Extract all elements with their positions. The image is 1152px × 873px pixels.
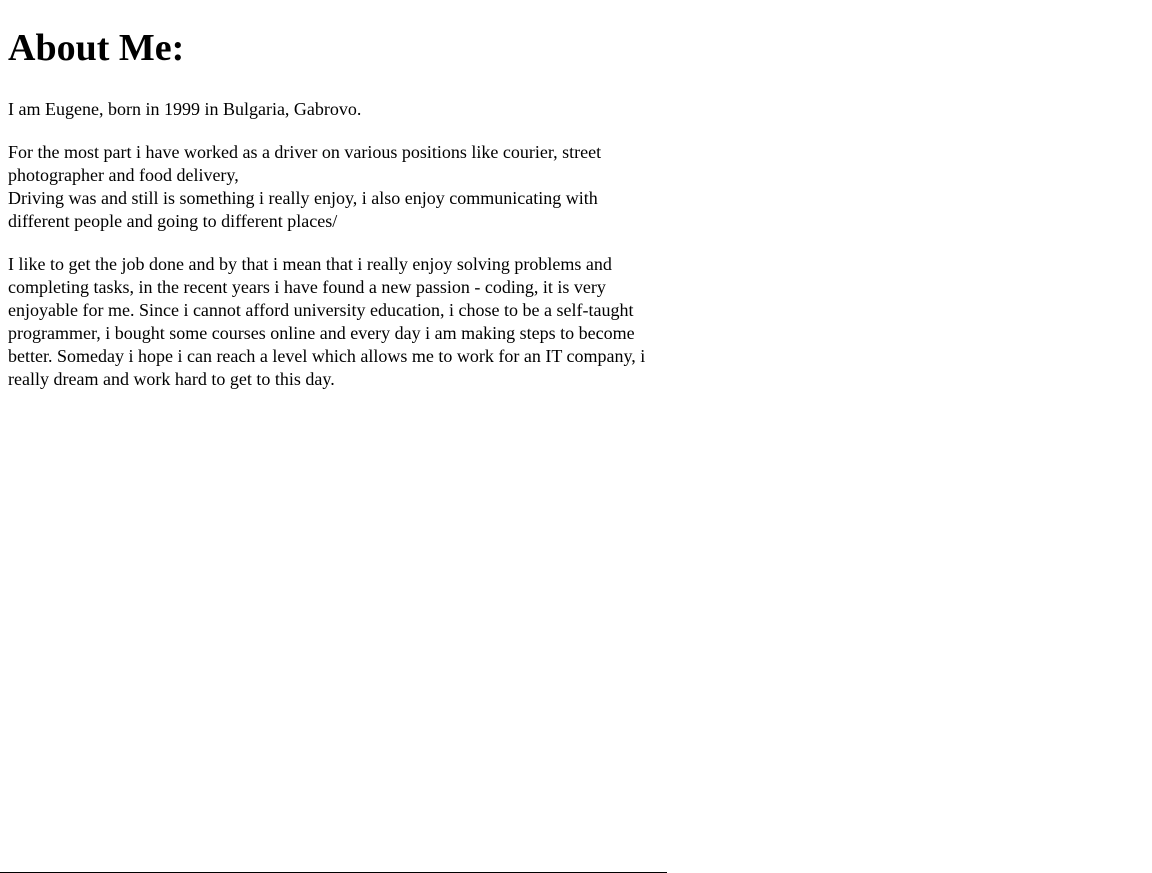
passion-text: I like to get the job done and by that i… <box>8 254 646 389</box>
page-title: About Me: <box>8 27 185 69</box>
intro-text: I am Eugene, born in 1999 in Bulgaria, G… <box>8 99 362 119</box>
passion-paragraph: I like to get the job done and by that i… <box>8 253 659 391</box>
intro-paragraph: I am Eugene, born in 1999 in Bulgaria, G… <box>8 98 659 121</box>
about-section: About Me: I am Eugene, born in 1999 in B… <box>8 0 659 391</box>
work-text-line1: For the most part i have worked as a dri… <box>8 142 602 185</box>
work-text-line2: Driving was and still is something i rea… <box>8 188 598 231</box>
work-paragraph: For the most part i have worked as a dri… <box>8 141 659 233</box>
